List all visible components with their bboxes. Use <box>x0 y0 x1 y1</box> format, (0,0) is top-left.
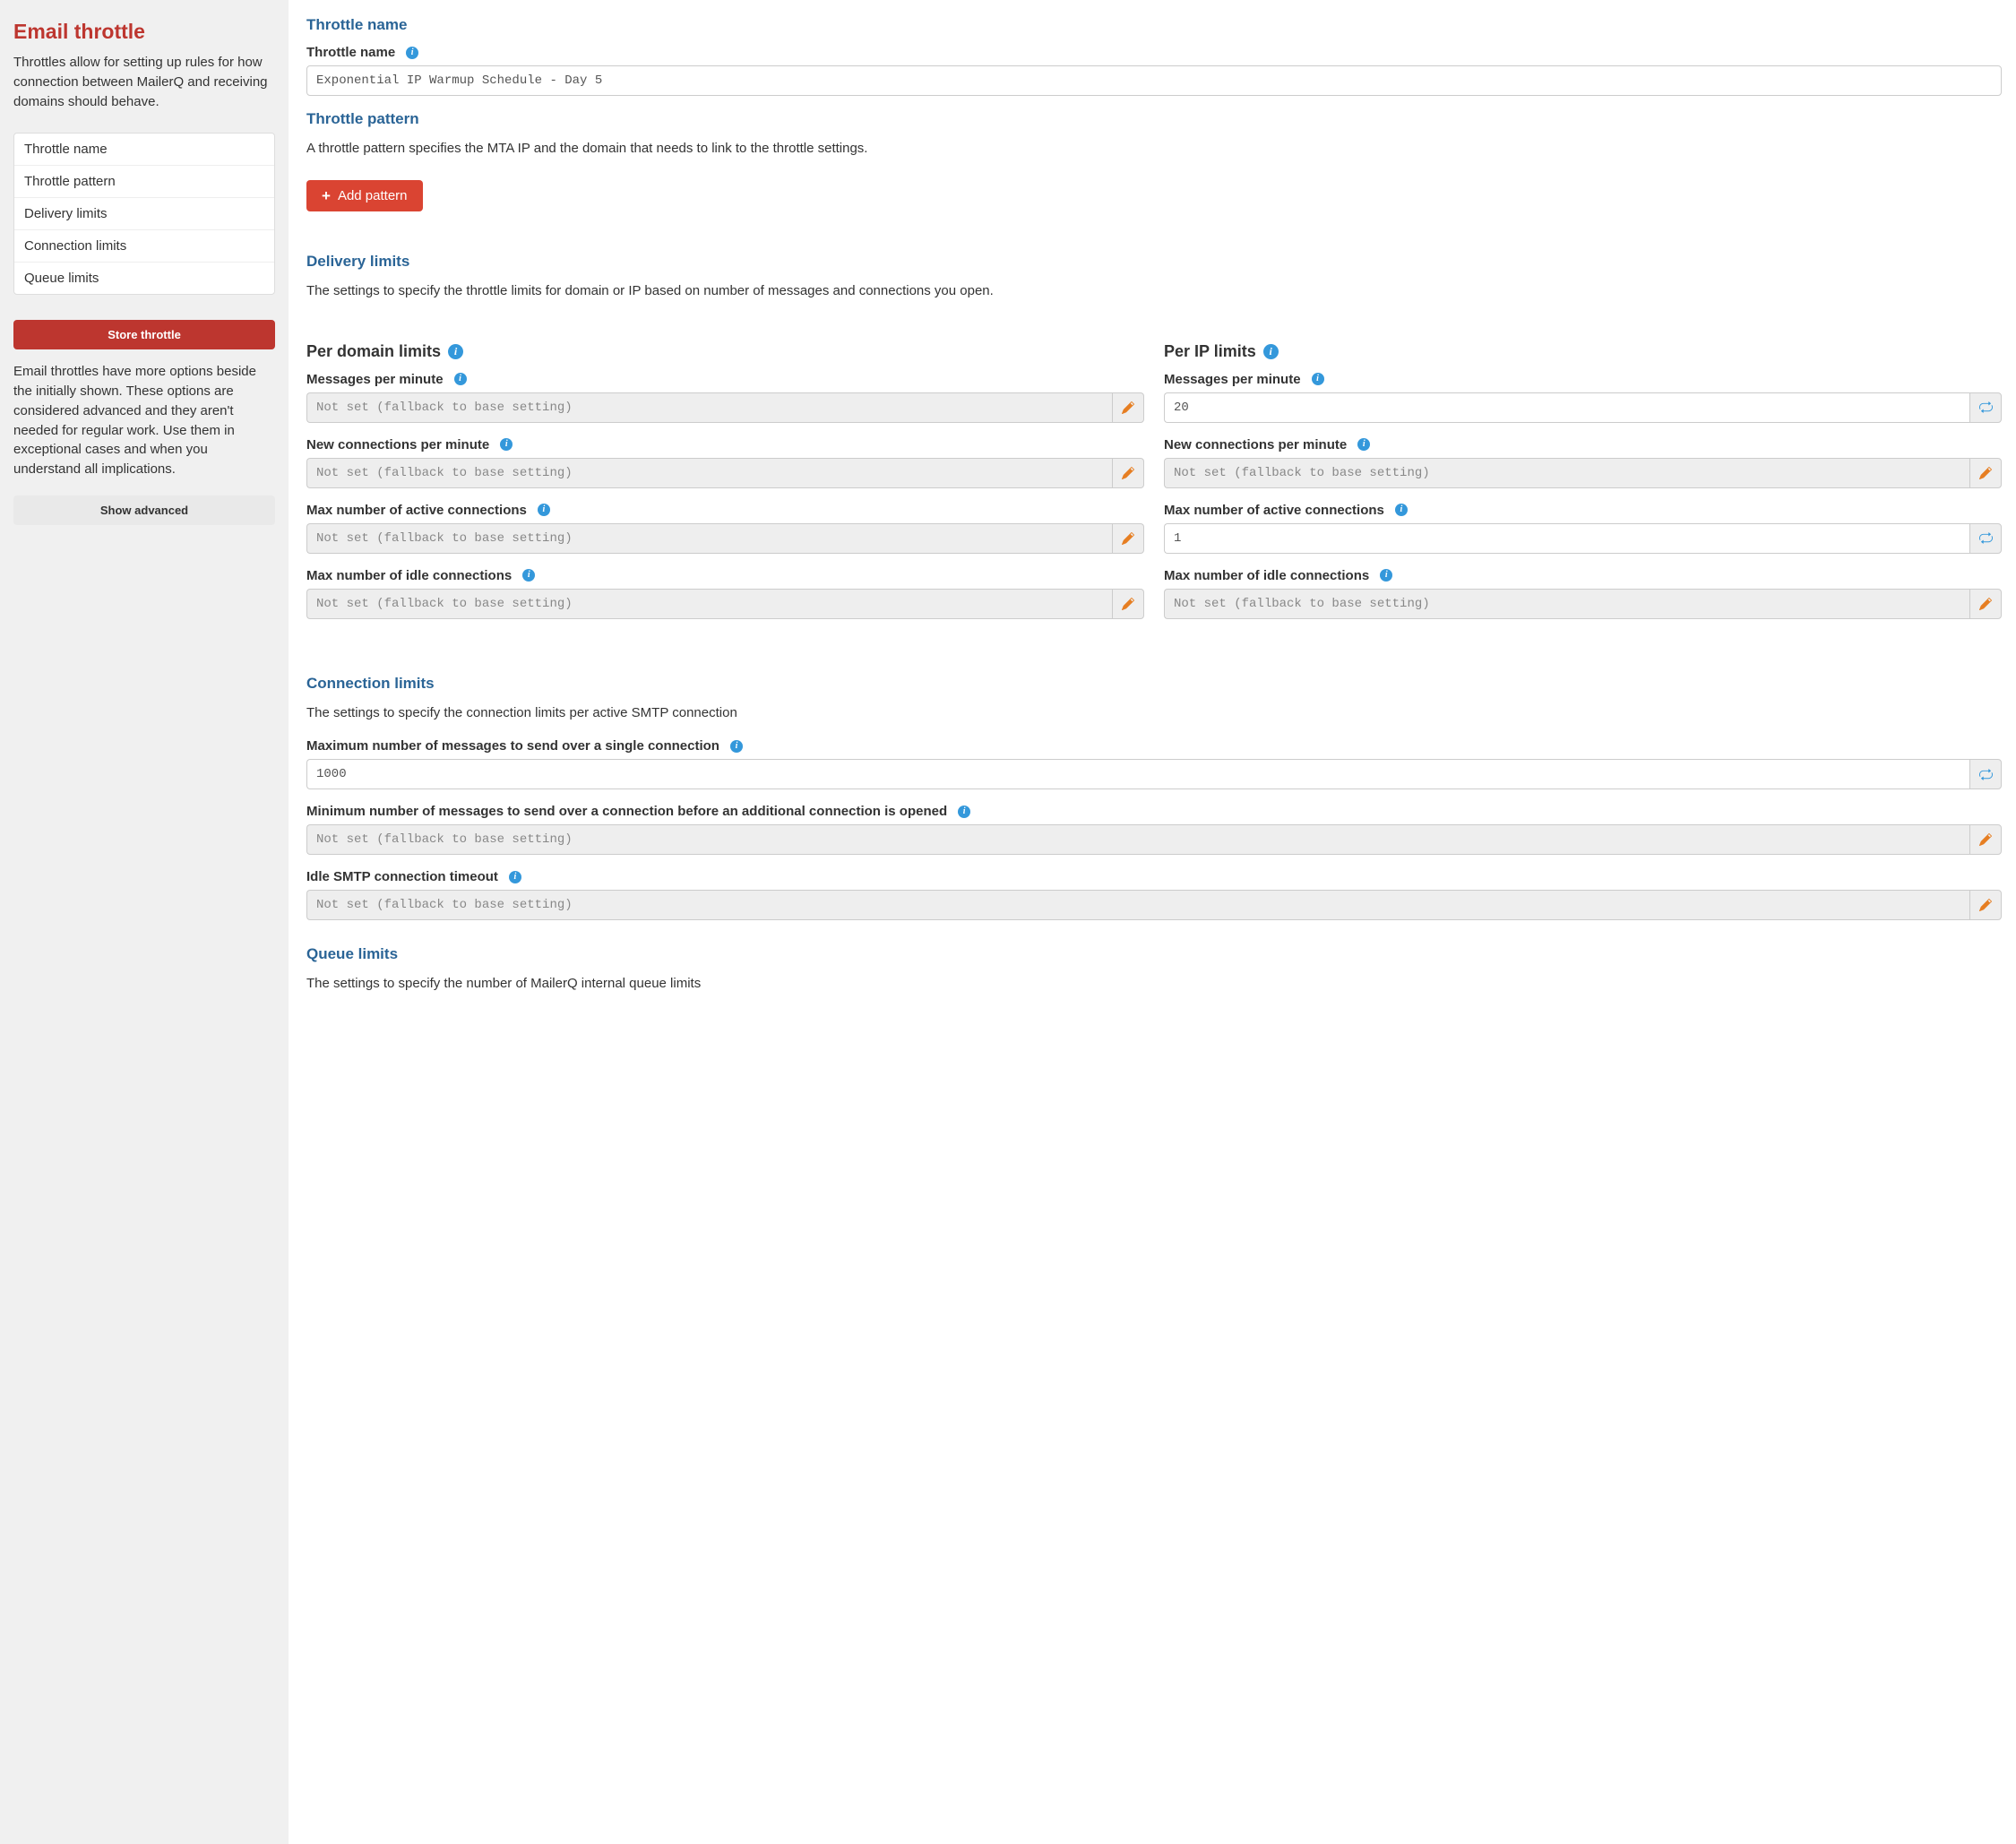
queue-limits-description: The settings to specify the number of Ma… <box>306 974 2002 994</box>
nav-item-delivery-limits[interactable]: Delivery limits <box>14 198 274 230</box>
edit-button[interactable] <box>1112 392 1144 423</box>
nav-item-connection-limits[interactable]: Connection limits <box>14 230 274 263</box>
edit-button[interactable] <box>1969 890 2002 920</box>
domain-new-connections-input[interactable] <box>306 458 1112 488</box>
nav-item-queue-limits[interactable]: Queue limits <box>14 263 274 294</box>
retweet-icon <box>1979 768 1993 781</box>
info-icon[interactable]: i <box>1357 438 1370 451</box>
edit-button[interactable] <box>1112 523 1144 554</box>
info-icon[interactable]: i <box>522 569 535 582</box>
throttle-pattern-description: A throttle pattern specifies the MTA IP … <box>306 139 2002 159</box>
min-messages-before-additional-input[interactable] <box>306 824 1969 855</box>
info-icon[interactable]: i <box>500 438 513 451</box>
pencil-icon <box>1979 467 1992 479</box>
page-title: Email throttle <box>13 20 275 44</box>
retweet-icon <box>1979 531 1993 545</box>
sidebar-nav: Throttle name Throttle pattern Delivery … <box>13 133 275 295</box>
info-icon[interactable]: i <box>1380 569 1392 582</box>
sidebar: Email throttle Throttles allow for setti… <box>0 0 289 1844</box>
main-content: Throttle name Throttle name i Throttle p… <box>289 0 2016 1844</box>
delivery-limits-description: The settings to specify the throttle lim… <box>306 281 2002 301</box>
per-ip-heading: Per IP limits <box>1164 342 1256 361</box>
info-icon[interactable]: i <box>448 344 463 359</box>
label-domain-max-active: Max number of active connections <box>306 503 527 518</box>
edit-button[interactable] <box>1112 458 1144 488</box>
nav-item-throttle-pattern[interactable]: Throttle pattern <box>14 166 274 198</box>
show-advanced-button[interactable]: Show advanced <box>13 495 275 525</box>
info-icon[interactable]: i <box>958 806 970 818</box>
per-domain-heading: Per domain limits <box>306 342 441 361</box>
pencil-icon <box>1122 598 1134 610</box>
info-icon[interactable]: i <box>454 373 467 385</box>
pencil-icon <box>1979 833 1992 846</box>
info-icon[interactable]: i <box>1312 373 1324 385</box>
max-messages-single-input[interactable] <box>306 759 1969 789</box>
edit-button[interactable] <box>1112 589 1144 619</box>
pencil-icon <box>1979 598 1992 610</box>
section-throttle-pattern: Throttle pattern A throttle pattern spec… <box>306 110 2002 211</box>
label-domain-new-connections: New connections per minute <box>306 437 489 452</box>
plus-icon: + <box>322 188 331 203</box>
heading-delivery-limits: Delivery limits <box>306 253 2002 271</box>
throttle-name-input[interactable] <box>306 65 2002 96</box>
section-connection-limits: Connection limits The settings to specif… <box>306 675 2002 921</box>
reset-button[interactable] <box>1969 392 2002 423</box>
per-domain-limits: Per domain limits i Messages per minute … <box>306 317 1144 633</box>
label-throttle-name: Throttle name <box>306 45 395 60</box>
info-icon[interactable]: i <box>1263 344 1279 359</box>
label-idle-timeout: Idle SMTP connection timeout <box>306 869 498 884</box>
reset-button[interactable] <box>1969 523 2002 554</box>
ip-max-idle-input[interactable] <box>1164 589 1969 619</box>
advanced-note: Email throttles have more options beside… <box>13 362 275 479</box>
retweet-icon <box>1979 401 1993 414</box>
per-ip-limits: Per IP limits i Messages per minute i <box>1164 317 2002 633</box>
info-icon[interactable]: i <box>509 871 521 883</box>
heading-throttle-name: Throttle name <box>306 16 2002 34</box>
info-icon[interactable]: i <box>1395 504 1408 516</box>
section-queue-limits: Queue limits The settings to specify the… <box>306 945 2002 994</box>
ip-messages-per-minute-input[interactable] <box>1164 392 1969 423</box>
section-throttle-name: Throttle name Throttle name i <box>306 16 2002 96</box>
pencil-icon <box>1122 401 1134 414</box>
pencil-icon <box>1979 899 1992 911</box>
idle-timeout-input[interactable] <box>306 890 1969 920</box>
edit-button[interactable] <box>1969 824 2002 855</box>
store-throttle-button[interactable]: Store throttle <box>13 320 275 349</box>
pencil-icon <box>1122 467 1134 479</box>
label-max-messages-single: Maximum number of messages to send over … <box>306 738 719 754</box>
label-ip-messages-per-minute: Messages per minute <box>1164 372 1301 387</box>
label-min-messages-before-additional: Minimum number of messages to send over … <box>306 804 947 819</box>
ip-max-active-input[interactable] <box>1164 523 1969 554</box>
info-icon[interactable]: i <box>406 47 418 59</box>
heading-throttle-pattern: Throttle pattern <box>306 110 2002 128</box>
label-domain-max-idle: Max number of idle connections <box>306 568 512 583</box>
heading-connection-limits: Connection limits <box>306 675 2002 693</box>
add-pattern-button[interactable]: + Add pattern <box>306 180 423 211</box>
nav-item-throttle-name[interactable]: Throttle name <box>14 134 274 166</box>
reset-button[interactable] <box>1969 759 2002 789</box>
label-ip-new-connections: New connections per minute <box>1164 437 1347 452</box>
edit-button[interactable] <box>1969 589 2002 619</box>
pencil-icon <box>1122 532 1134 545</box>
sidebar-intro: Throttles allow for setting up rules for… <box>13 53 275 111</box>
connection-limits-description: The settings to specify the connection l… <box>306 703 2002 723</box>
domain-max-active-input[interactable] <box>306 523 1112 554</box>
section-delivery-limits: Delivery limits The settings to specify … <box>306 253 2002 633</box>
info-icon[interactable]: i <box>730 740 743 753</box>
heading-queue-limits: Queue limits <box>306 945 2002 963</box>
info-icon[interactable]: i <box>538 504 550 516</box>
label-domain-messages-per-minute: Messages per minute <box>306 372 444 387</box>
ip-new-connections-input[interactable] <box>1164 458 1969 488</box>
domain-max-idle-input[interactable] <box>306 589 1112 619</box>
label-ip-max-idle: Max number of idle connections <box>1164 568 1369 583</box>
label-ip-max-active: Max number of active connections <box>1164 503 1384 518</box>
edit-button[interactable] <box>1969 458 2002 488</box>
domain-messages-per-minute-input[interactable] <box>306 392 1112 423</box>
add-pattern-label: Add pattern <box>338 188 408 203</box>
